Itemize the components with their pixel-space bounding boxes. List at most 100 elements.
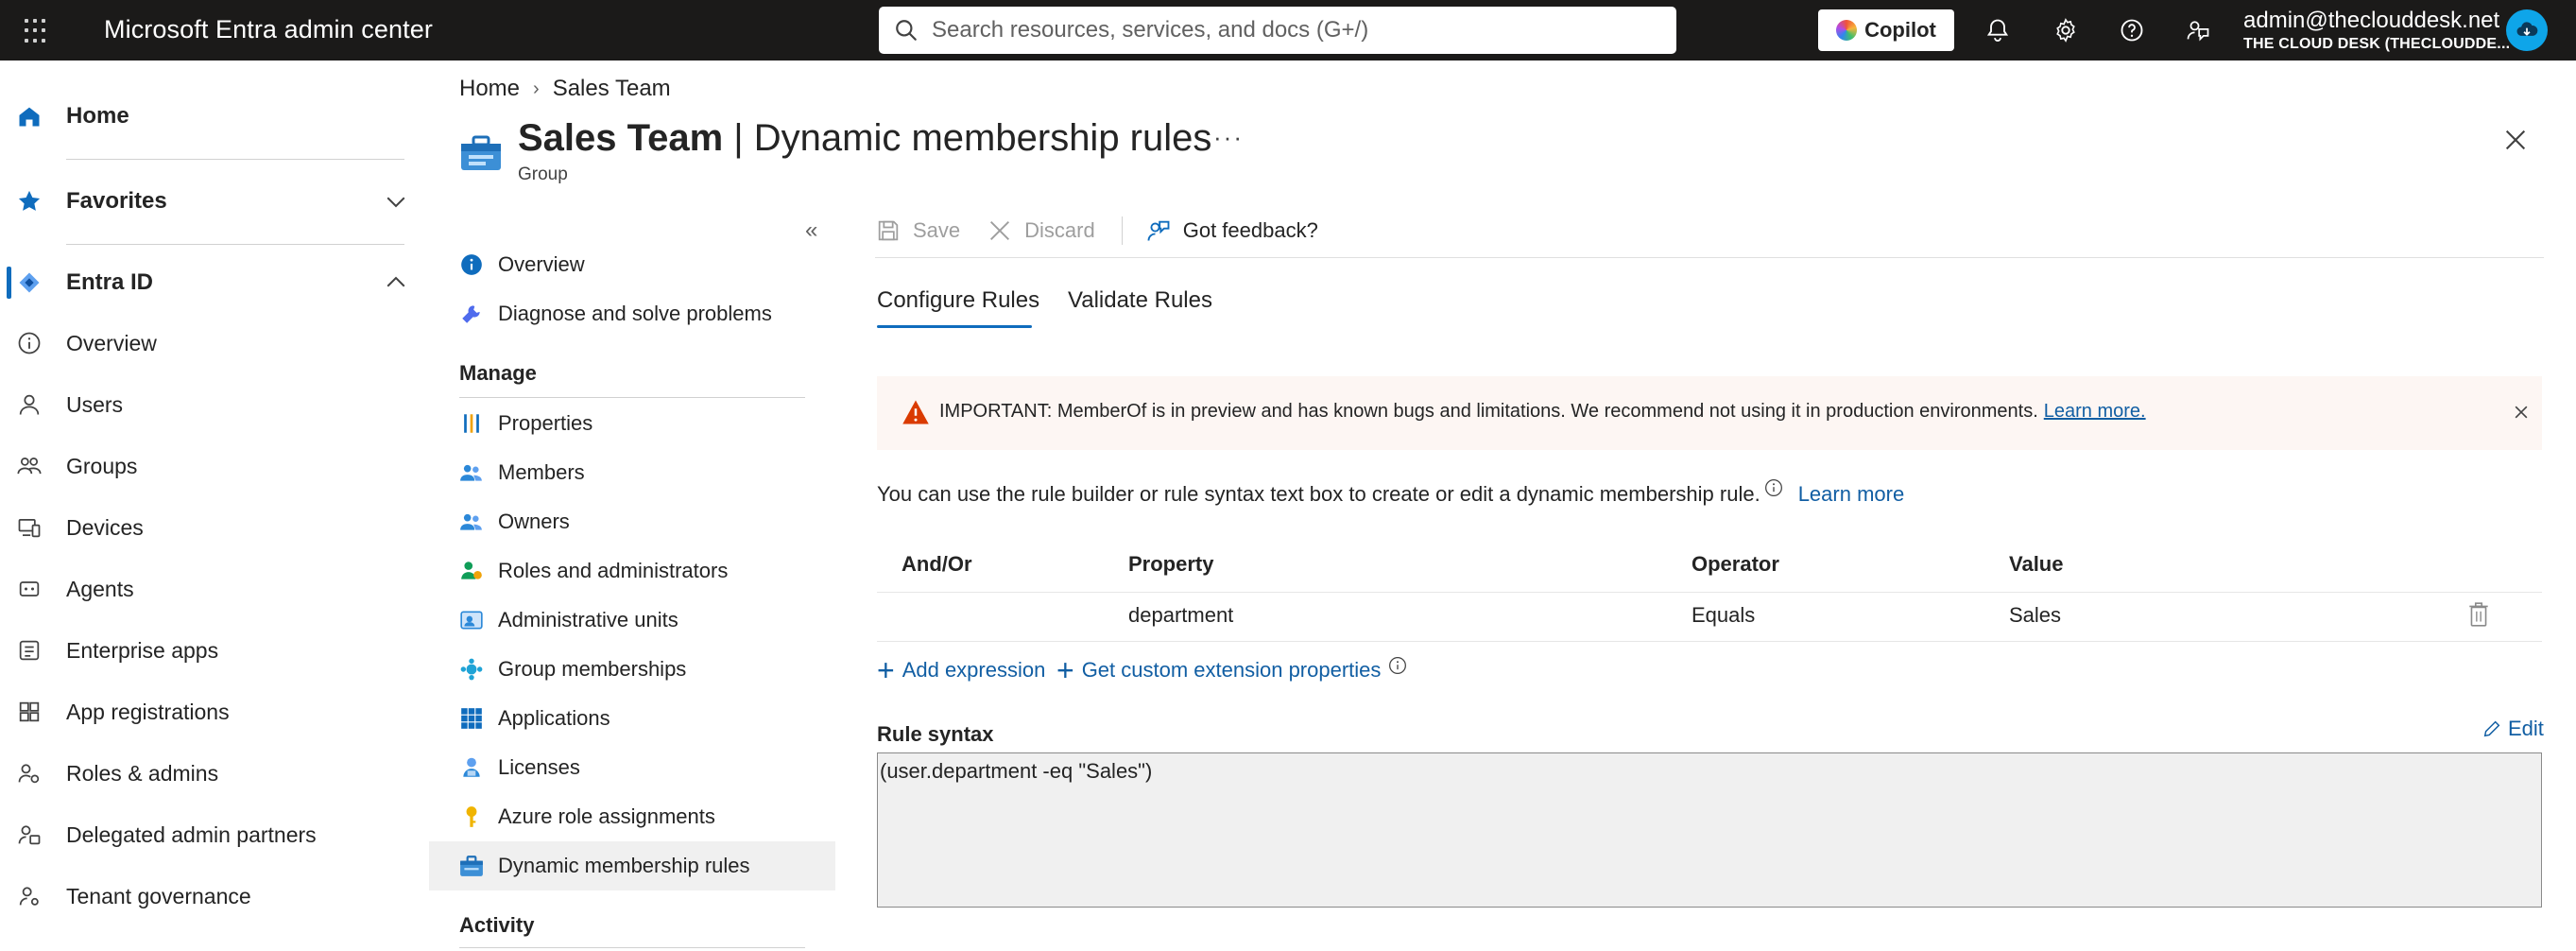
menu-item-label: Applications bbox=[498, 706, 610, 730]
info-tooltip-icon[interactable] bbox=[1388, 656, 1407, 675]
more-options-icon[interactable]: ··· bbox=[1213, 123, 1244, 152]
nav-item-roles-admins[interactable]: Roles & admins bbox=[0, 752, 429, 795]
menu-item-owners[interactable]: Owners bbox=[459, 497, 835, 546]
nav-item-devices[interactable]: Devices bbox=[0, 506, 429, 549]
get-custom-extension-properties-button[interactable]: + Get custom extension properties bbox=[1056, 653, 1407, 687]
copilot-icon bbox=[1836, 20, 1858, 41]
menu-item-label: Roles and administrators bbox=[498, 559, 729, 582]
nav-item-label: Devices bbox=[66, 514, 144, 540]
command-bar: Save Discard Got feedback? bbox=[875, 210, 1345, 251]
nav-item-users[interactable]: Users bbox=[0, 383, 429, 426]
search-input[interactable] bbox=[932, 17, 1650, 43]
nav-favorites[interactable]: Favorites bbox=[0, 180, 429, 223]
menu-section-manage: Manage bbox=[459, 361, 537, 385]
nav-divider bbox=[66, 159, 404, 160]
menu-item-label: Group memberships bbox=[498, 657, 687, 681]
nav-item-tenant-governance[interactable]: Tenant governance bbox=[0, 874, 429, 918]
menu-item-dynamic-membership-rules[interactable]: Dynamic membership rules bbox=[429, 841, 835, 890]
discard-label: Discard bbox=[1024, 218, 1095, 242]
menu-item-overview[interactable]: Overview bbox=[459, 240, 835, 289]
nav-item-agents[interactable]: Agents bbox=[0, 567, 429, 611]
tab-validate-rules[interactable]: Validate Rules bbox=[1068, 287, 1212, 314]
nav-item-overview[interactable]: Overview bbox=[0, 321, 429, 365]
rule-cell-value[interactable]: Sales bbox=[2009, 603, 2061, 628]
menu-item-label: Diagnose and solve problems bbox=[498, 302, 772, 325]
help-icon[interactable] bbox=[2117, 15, 2147, 45]
cloud-avatar-icon bbox=[2516, 22, 2538, 36]
global-search[interactable] bbox=[879, 7, 1676, 54]
plus-icon: + bbox=[877, 653, 895, 687]
info-tooltip-icon[interactable] bbox=[1764, 478, 1783, 497]
delegated-partners-icon bbox=[15, 821, 43, 849]
warning-learn-more-link[interactable]: Learn more. bbox=[2044, 401, 2146, 422]
owners-icon bbox=[460, 513, 482, 530]
chevron-down-icon[interactable] bbox=[382, 187, 410, 216]
menu-divider bbox=[459, 947, 805, 948]
delete-trash-icon[interactable] bbox=[2466, 601, 2491, 628]
menu-item-licenses[interactable]: Licenses bbox=[459, 743, 835, 792]
info-learn-more-link[interactable]: Learn more bbox=[1798, 482, 1905, 507]
breadcrumb-separator-icon: › bbox=[533, 78, 540, 99]
nav-home[interactable]: Home bbox=[0, 95, 429, 138]
left-navigation: Home Favorites Entra ID Overview Users G… bbox=[0, 61, 429, 951]
breadcrumb: Home › Sales Team bbox=[459, 76, 671, 102]
devices-icon bbox=[15, 513, 43, 542]
rule-cell-operator[interactable]: Equals bbox=[1692, 603, 1755, 628]
table-header-divider bbox=[877, 592, 2542, 593]
copilot-button[interactable]: Copilot bbox=[1818, 9, 1954, 51]
save-button[interactable]: Save bbox=[875, 217, 960, 244]
nav-item-app-registrations[interactable]: App registrations bbox=[0, 690, 429, 734]
discard-x-icon bbox=[990, 221, 1010, 240]
dynamic-rules-icon bbox=[460, 856, 483, 876]
menu-item-label: Azure role assignments bbox=[498, 804, 715, 828]
tab-selected-indicator bbox=[877, 325, 1032, 328]
app-launcher-icon[interactable] bbox=[25, 19, 49, 43]
menu-item-members[interactable]: Members bbox=[459, 448, 835, 497]
feedback-button[interactable]: Got feedback? bbox=[1145, 217, 1318, 244]
menu-item-roles-administrators[interactable]: Roles and administrators bbox=[459, 546, 835, 596]
settings-gear-icon[interactable] bbox=[2051, 15, 2081, 45]
portal-brand[interactable]: Microsoft Entra admin center bbox=[104, 15, 433, 44]
menu-item-administrative-units[interactable]: Administrative units bbox=[459, 596, 835, 645]
tab-configure-rules[interactable]: Configure Rules bbox=[877, 287, 1039, 314]
feedback-icon[interactable] bbox=[2183, 15, 2213, 45]
nav-item-label: Groups bbox=[66, 453, 138, 478]
notifications-icon[interactable] bbox=[1983, 15, 2013, 45]
close-icon[interactable] bbox=[2500, 125, 2531, 155]
nav-item-label: Roles & admins bbox=[66, 760, 219, 786]
nav-item-enterprise-apps[interactable]: Enterprise apps bbox=[0, 629, 429, 672]
column-header-andor: And/Or bbox=[902, 552, 972, 576]
breadcrumb-current[interactable]: Sales Team bbox=[553, 76, 671, 102]
nav-item-groups[interactable]: Groups bbox=[0, 444, 429, 488]
nav-item-delegated-admin-partners[interactable]: Delegated admin partners bbox=[0, 813, 429, 856]
toolbar-divider bbox=[875, 257, 2544, 258]
plus-icon: + bbox=[1056, 653, 1074, 687]
menu-item-label: Administrative units bbox=[498, 608, 678, 631]
menu-item-group-memberships[interactable]: Group memberships bbox=[459, 645, 835, 694]
close-icon[interactable] bbox=[2512, 403, 2531, 422]
key-icon bbox=[466, 806, 477, 827]
menu-item-properties[interactable]: Properties bbox=[459, 399, 835, 448]
menu-item-diagnose[interactable]: Diagnose and solve problems bbox=[459, 289, 835, 338]
discard-button[interactable]: Discard bbox=[987, 217, 1095, 244]
custom-extension-label: Get custom extension properties bbox=[1081, 658, 1382, 682]
avatar[interactable] bbox=[2506, 9, 2548, 51]
governance-icon bbox=[15, 882, 43, 910]
nav-entra-id[interactable]: Entra ID bbox=[0, 261, 429, 304]
agent-icon bbox=[15, 575, 43, 603]
menu-item-label: Overview bbox=[498, 252, 585, 276]
rule-syntax-textbox[interactable]: (user.department -eq "Sales") bbox=[877, 752, 2542, 908]
rule-cell-property[interactable]: department bbox=[1128, 603, 1233, 628]
menu-item-applications[interactable]: Applications bbox=[459, 694, 835, 743]
menu-item-azure-role-assignments[interactable]: Azure role assignments bbox=[459, 792, 835, 841]
edit-rule-syntax-button[interactable]: Edit bbox=[2482, 717, 2544, 741]
page-title-blade: | Dynamic membership rules bbox=[723, 117, 1212, 159]
group-memberships-icon bbox=[460, 658, 483, 681]
add-expression-button[interactable]: + Add expression bbox=[877, 653, 1045, 687]
chevron-up-icon[interactable] bbox=[382, 268, 410, 297]
rule-builder-info: You can use the rule builder or rule syn… bbox=[877, 479, 1905, 507]
breadcrumb-home[interactable]: Home bbox=[459, 76, 520, 102]
nav-favorites-label: Favorites bbox=[66, 188, 167, 214]
account-email[interactable]: admin@theclouddesk.net bbox=[2243, 8, 2499, 34]
account-tenant[interactable]: THE CLOUD DESK (THECLOUDDE... bbox=[2243, 36, 2510, 53]
